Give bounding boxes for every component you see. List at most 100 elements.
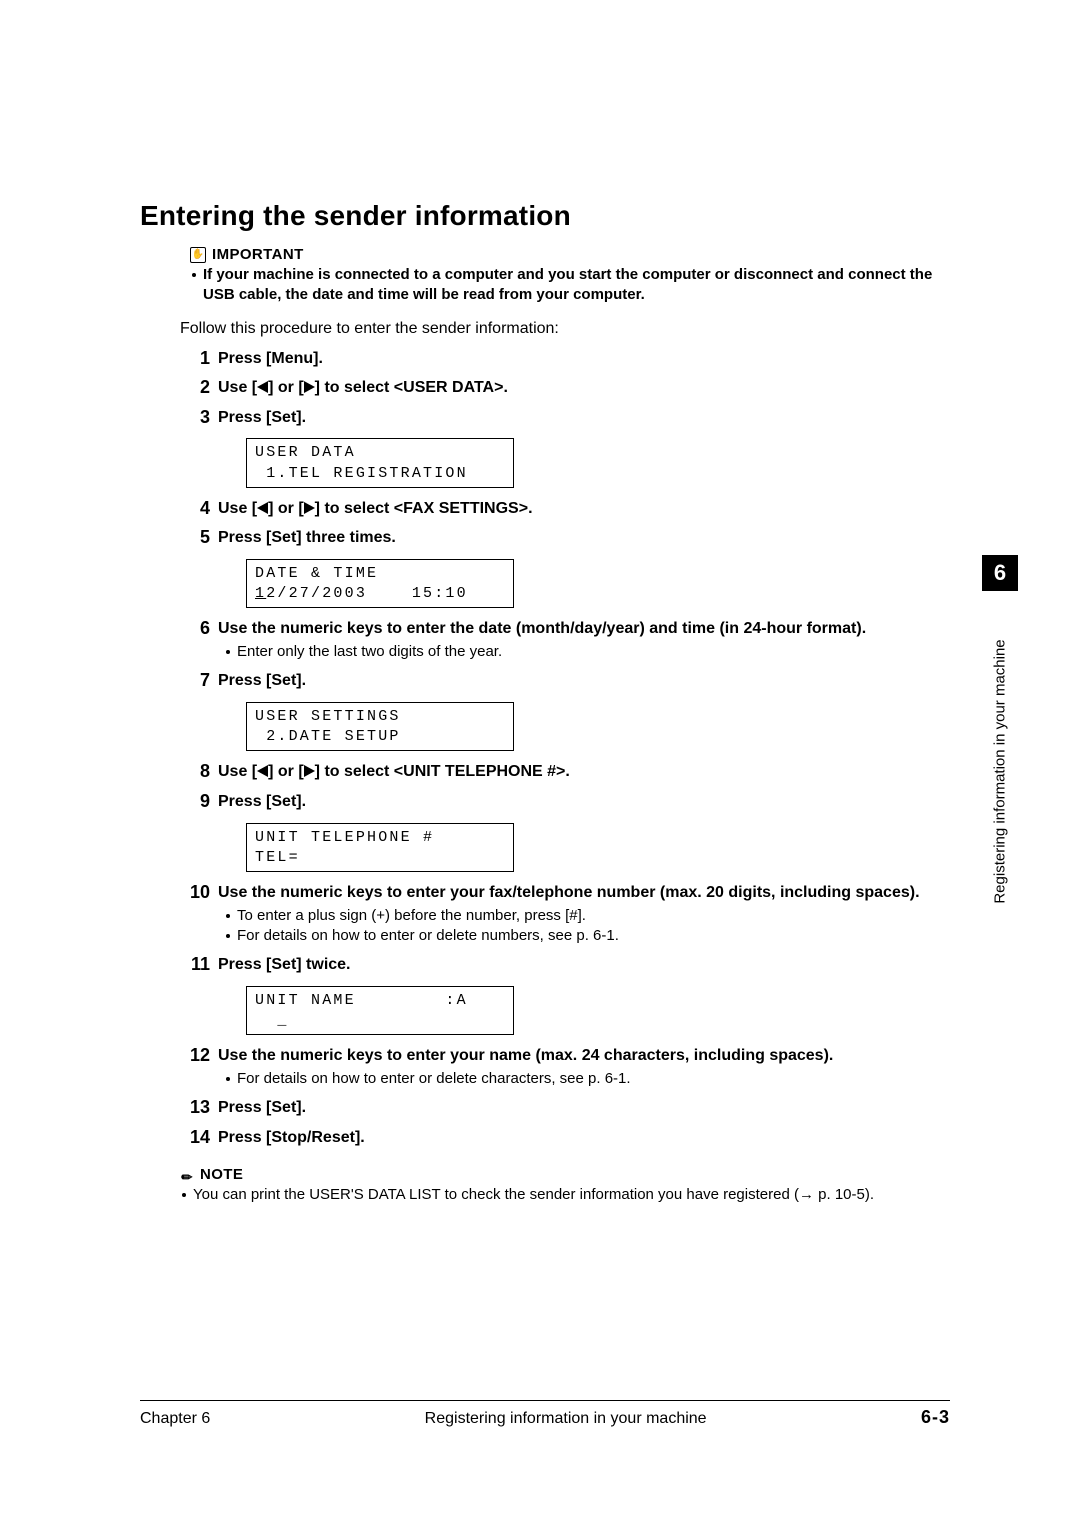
step-item: 5 Press [Set] three times. DATE & TIME 1…: [180, 527, 950, 608]
bullet-dot: [226, 934, 230, 938]
step-item: 3 Press [Set]. USER DATA 1.TEL REGISTRAT…: [180, 407, 950, 488]
right-arrow-icon: [304, 381, 315, 393]
footer-page-number: 6-3: [921, 1407, 950, 1428]
sub-text: For details on how to enter or delete ch…: [237, 1069, 950, 1089]
step-number: 6: [180, 618, 210, 639]
sub-text: To enter a plus sign (+) before the numb…: [237, 906, 950, 926]
step-item: 6 Use the numeric keys to enter the date…: [180, 618, 950, 662]
step-title: Use [] or [] to select <FAX SETTINGS>.: [218, 500, 533, 517]
step-title: Use [ ] or [ ] to select <USER DATA>.: [218, 379, 508, 396]
arrow-icon: →: [799, 1186, 814, 1203]
step-number: 14: [180, 1127, 210, 1148]
step-item: 12 Use the numeric keys to enter your na…: [180, 1045, 950, 1089]
step-item: 9 Press [Set]. UNIT TELEPHONE # TEL=: [180, 791, 950, 872]
note-block: NOTE You can print the USER'S DATA LIST …: [180, 1166, 950, 1205]
step-title: Use the numeric keys to enter your name …: [218, 1047, 833, 1064]
side-label-text: Registering information in your machine: [992, 639, 1009, 903]
text: p. 10-5).: [814, 1186, 874, 1203]
step-title: Press [Menu].: [218, 350, 323, 367]
footer-section: Registering information in your machine: [425, 1410, 707, 1428]
step-title: Press [Set] twice.: [218, 956, 351, 973]
lcd-display: UNIT NAME :A _: [246, 986, 514, 1036]
footer-chapter: Chapter 6: [140, 1410, 210, 1428]
step-item: 10 Use the numeric keys to enter your fa…: [180, 882, 950, 946]
left-arrow-icon: [257, 765, 268, 777]
step-item: 2 Use [ ] or [ ] to select <USER DATA>.: [180, 377, 950, 399]
step-title: Press [Set].: [218, 672, 306, 689]
text: Use [: [218, 379, 257, 396]
lcd-line: 1.TEL REGISTRATION: [255, 465, 468, 482]
step-item: 11 Press [Set] twice. UNIT NAME :A _: [180, 954, 950, 1035]
lcd-display: DATE & TIME 12/27/2003 15:10: [246, 559, 514, 609]
lcd-line: DATE & TIME: [255, 565, 378, 582]
step-title: Use [ ] or [ ] to select <UNIT TELEPHONE #…: [218, 763, 570, 780]
chapter-side-label: Registering information in your machine: [982, 600, 1018, 900]
step-number: 7: [180, 670, 210, 691]
step-number: 10: [180, 882, 210, 903]
section-heading: Entering the sender information: [140, 200, 950, 232]
text: ] to select <USER DATA>.: [315, 379, 508, 396]
lcd-line: 2/27/2003 15:10: [266, 585, 468, 602]
step-title: Press [Set].: [218, 793, 306, 810]
chapter-tab: 6: [982, 555, 1018, 591]
text: ] to select <FAX SETTINGS>.: [315, 500, 533, 517]
step-item: 13 Press [Set].: [180, 1097, 950, 1119]
lcd-line: UNIT TELEPHONE #: [255, 829, 434, 846]
sub-text: Enter only the last two digits of the ye…: [237, 642, 950, 662]
text: ] or [: [268, 763, 304, 780]
important-label: IMPORTANT: [212, 246, 304, 263]
page-footer: Chapter 6 Registering information in you…: [140, 1400, 950, 1428]
bullet-dot: [226, 914, 230, 918]
step-title: Press [Set] three times.: [218, 529, 396, 546]
step-item: 14 Press [Stop/Reset].: [180, 1127, 950, 1149]
bullet-dot: [226, 1077, 230, 1081]
step-number: 13: [180, 1097, 210, 1118]
step-number: 1: [180, 348, 210, 369]
lcd-cursor: 1: [255, 585, 266, 602]
text: You can print the USER'S DATA LIST to ch…: [193, 1186, 799, 1203]
text: Use [: [218, 500, 257, 517]
step-title: Use the numeric keys to enter the date (…: [218, 620, 866, 637]
text: ] to select <UNIT TELEPHONE #>.: [315, 763, 570, 780]
sub-text: For details on how to enter or delete nu…: [237, 926, 950, 946]
step-item: 8 Use [ ] or [ ] to select <UNIT TELEPHONE…: [180, 761, 950, 783]
step-title: Press [Set].: [218, 1099, 306, 1116]
step-title: Use the numeric keys to enter your fax/t…: [218, 884, 920, 901]
lcd-display: USER SETTINGS 2.DATE SETUP: [246, 702, 514, 752]
lcd-display: USER DATA 1.TEL REGISTRATION: [246, 438, 514, 488]
step-number: 8: [180, 761, 210, 782]
bullet-dot: [192, 273, 196, 277]
hand-icon: ✋: [190, 247, 206, 263]
lcd-line: 2.DATE SETUP: [255, 728, 401, 745]
step-item: 1 Press [Menu].: [180, 348, 950, 370]
important-text: If your machine is connected to a comput…: [203, 265, 950, 306]
step-number: 5: [180, 527, 210, 548]
step-number: 9: [180, 791, 210, 812]
bullet-dot: [182, 1193, 186, 1197]
note-text: You can print the USER'S DATA LIST to ch…: [193, 1185, 950, 1205]
bullet-dot: [226, 650, 230, 654]
left-arrow-icon: [257, 502, 268, 514]
pencil-icon: [177, 1165, 197, 1185]
text: Use [: [218, 763, 257, 780]
step-item: 4 Use [] or [] to select <FAX SETTINGS>.: [180, 498, 950, 520]
lcd-line: USER SETTINGS: [255, 708, 401, 725]
step-number: 2: [180, 377, 210, 398]
step-title: Press [Stop/Reset].: [218, 1129, 365, 1146]
intro-text: Follow this procedure to enter the sende…: [180, 320, 950, 338]
step-item: 7 Press [Set]. USER SETTINGS 2.DATE SETU…: [180, 670, 950, 751]
lcd-line: _: [255, 1012, 289, 1029]
note-label: NOTE: [200, 1166, 243, 1183]
lcd-line: UNIT NAME :A: [255, 992, 468, 1009]
right-arrow-icon: [304, 502, 315, 514]
step-title: Press [Set].: [218, 409, 306, 426]
important-block: ✋ IMPORTANT If your machine is connected…: [190, 246, 950, 306]
lcd-line: USER DATA: [255, 444, 356, 461]
step-number: 12: [180, 1045, 210, 1066]
right-arrow-icon: [304, 765, 315, 777]
lcd-display: UNIT TELEPHONE # TEL=: [246, 823, 514, 873]
steps-list: 1 Press [Menu]. 2 Use [] or [] to select…: [180, 348, 950, 1149]
step-number: 11: [180, 954, 210, 975]
text: ] or [: [268, 379, 304, 396]
lcd-line: TEL=: [255, 849, 300, 866]
